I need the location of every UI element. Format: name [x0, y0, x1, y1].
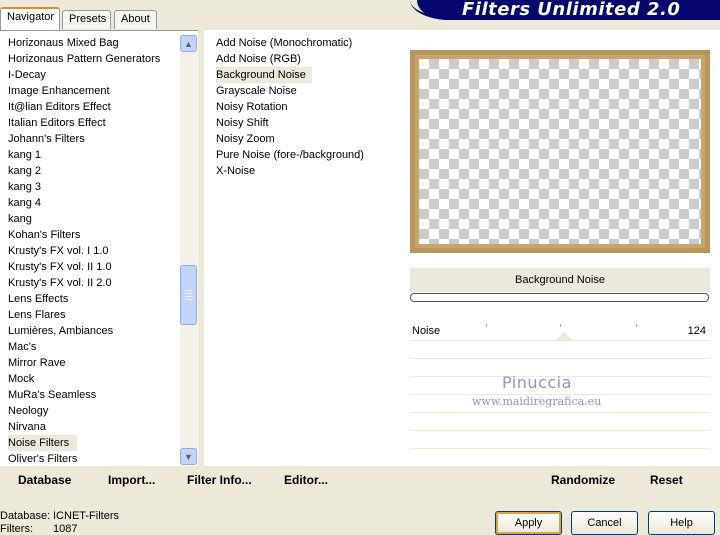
category-item[interactable]: MuRa's Seamless — [8, 387, 96, 403]
grip-line — [185, 293, 193, 294]
slider-tick — [486, 324, 487, 327]
database-button[interactable]: Database — [18, 473, 71, 487]
parameter-value: 124 — [687, 325, 706, 337]
app-title: Filters Unlimited 2.0 — [462, 0, 681, 20]
filter-item[interactable]: Pure Noise (fore-/background) — [216, 147, 364, 163]
category-item[interactable]: It@lian Editors Effect — [8, 99, 111, 115]
parameter-row — [410, 342, 710, 359]
status-filters-value: 1087 — [53, 523, 78, 535]
category-item[interactable]: Image Enhancement — [8, 83, 110, 99]
slider-tick — [636, 324, 637, 327]
category-item[interactable]: Oliver's Filters — [8, 451, 77, 467]
watermark-name: Pinuccia — [502, 373, 572, 392]
filter-title: Background Noise — [410, 268, 710, 292]
category-item[interactable]: kang 4 — [8, 195, 41, 211]
reset-button[interactable]: Reset — [650, 473, 683, 487]
filter-item[interactable]: Noisy Shift — [216, 115, 269, 131]
category-item[interactable]: kang 2 — [8, 163, 41, 179]
editor-button[interactable]: Editor... — [284, 473, 328, 487]
tab-about[interactable]: About — [114, 10, 157, 29]
tab-presets[interactable]: Presets — [62, 10, 111, 29]
parameter-row — [410, 414, 710, 431]
chevron-down-icon: ▼ — [184, 451, 193, 462]
cancel-button[interactable]: Cancel — [571, 511, 638, 535]
grip-line — [185, 290, 193, 291]
category-item[interactable]: Mock — [8, 371, 34, 387]
category-item[interactable]: I-Decay — [8, 67, 46, 83]
watermark-url: www.maidiregrafica.eu — [472, 395, 602, 408]
parameter-row-noise[interactable]: Noise 124 — [410, 324, 710, 341]
filter-item[interactable]: Noisy Zoom — [216, 131, 275, 147]
category-item[interactable]: Krusty's FX vol. II 1.0 — [8, 259, 112, 275]
category-item[interactable]: Nirvana — [8, 419, 46, 435]
category-item[interactable]: Lens Effects — [8, 291, 68, 307]
grip-line — [185, 299, 193, 300]
category-item[interactable]: Horizonaus Mixed Bag — [8, 35, 119, 51]
filter-item[interactable]: Background Noise — [216, 67, 312, 83]
category-item[interactable]: Italian Editors Effect — [8, 115, 106, 131]
status-filters-label: Filters: — [0, 523, 33, 535]
filter-item[interactable]: Add Noise (Monochromatic) — [216, 35, 352, 51]
tab-about-label: About — [121, 13, 150, 25]
filter-info-button[interactable]: Filter Info... — [187, 473, 252, 487]
category-item[interactable]: Lens Flares — [8, 307, 65, 323]
category-item[interactable]: Horizonaus Pattern Generators — [8, 51, 160, 67]
status-database-label: Database: — [0, 510, 51, 522]
slider-tick — [560, 324, 561, 327]
parameter-row — [410, 432, 710, 449]
tab-presets-label: Presets — [69, 13, 107, 25]
scroll-thumb[interactable] — [180, 265, 197, 325]
category-item[interactable]: Johann's Filters — [8, 131, 85, 147]
filter-item[interactable]: Grayscale Noise — [216, 83, 297, 99]
status-database-value: ICNET-Filters — [53, 510, 119, 522]
slider-marker[interactable] — [556, 332, 572, 340]
tab-navigator-label: Navigator — [7, 11, 55, 23]
scroll-up-button[interactable]: ▲ — [180, 35, 197, 52]
category-item[interactable]: kang — [8, 211, 32, 227]
grip-line — [185, 296, 193, 297]
parameter-label: Noise — [412, 325, 441, 337]
preview-image — [419, 59, 701, 244]
preview-frame — [410, 50, 710, 253]
category-item[interactable]: kang 3 — [8, 179, 41, 195]
chevron-up-icon: ▲ — [184, 38, 193, 49]
scroll-down-button[interactable]: ▼ — [180, 448, 197, 465]
filter-item[interactable]: Add Noise (RGB) — [216, 51, 301, 67]
progress-bar — [410, 293, 709, 302]
category-item[interactable]: Neology — [8, 403, 48, 419]
randomize-button[interactable]: Randomize — [551, 473, 615, 487]
category-item[interactable]: Kohan's Filters — [8, 227, 80, 243]
category-item[interactable]: Lumières, Ambiances — [8, 323, 113, 339]
tab-navigator[interactable]: Navigator — [0, 7, 60, 30]
apply-button[interactable]: Apply — [495, 511, 562, 535]
category-scrollbar[interactable]: ▲ ▼ — [180, 35, 197, 465]
category-item[interactable]: Mirror Rave — [8, 355, 65, 371]
filter-item[interactable]: X-Noise — [216, 163, 255, 179]
parameter-row — [410, 450, 710, 467]
category-item[interactable]: Krusty's FX vol. I 1.0 — [8, 243, 109, 259]
import-button[interactable]: Import... — [108, 473, 155, 487]
filter-item[interactable]: Noisy Rotation — [216, 99, 288, 115]
category-item[interactable]: Noise Filters — [8, 435, 78, 451]
category-item[interactable]: Mac's — [8, 339, 36, 355]
category-item[interactable]: kang 1 — [8, 147, 41, 163]
help-button[interactable]: Help — [648, 511, 715, 535]
category-item[interactable]: Krusty's FX vol. II 2.0 — [8, 275, 112, 291]
